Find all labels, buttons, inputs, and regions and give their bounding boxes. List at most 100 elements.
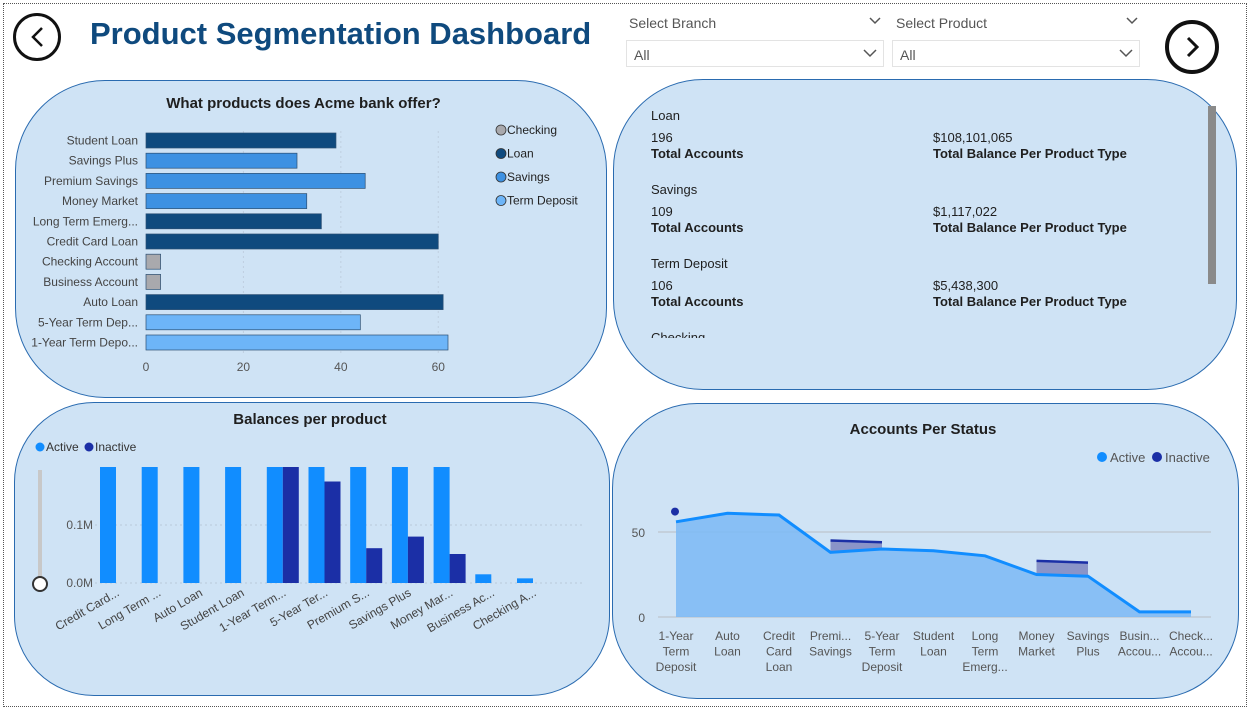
- chevron-down-icon[interactable]: [1125, 16, 1139, 26]
- bar: [145, 173, 366, 189]
- bar: [145, 193, 308, 209]
- bar: [308, 467, 325, 583]
- bar: [407, 536, 424, 583]
- x-tick-label: 1-Year Term Deposit: [656, 629, 697, 674]
- kpi-card: Loan 196 Total Accounts $108,101,065 Total B…: [613, 79, 1237, 390]
- bar: [183, 467, 200, 583]
- kpi-balance-label: Total Balance Per Product Type: [933, 146, 1127, 161]
- kpi-list[interactable]: Loan 196 Total Accounts $108,101,065 Total B…: [614, 80, 1236, 338]
- back-button[interactable]: [13, 13, 61, 61]
- bar: [145, 294, 444, 310]
- chevron-right-icon: [1186, 36, 1200, 58]
- category-label: 5-Year Term Dep...: [38, 315, 138, 329]
- branch-slicer-label: Select Branch: [629, 15, 717, 31]
- active-area: [676, 513, 1191, 617]
- x-tick-label: Busin... Accou...: [1118, 629, 1161, 659]
- bar: [145, 132, 337, 149]
- x-tick-label: Savings Plus: [1067, 629, 1110, 659]
- x-tick-label: Auto Loan: [714, 629, 741, 659]
- y-tick-label: 0: [638, 611, 645, 625]
- kpi-accounts-label: Total Accounts: [651, 294, 744, 309]
- legend-marker: [495, 171, 507, 183]
- bar: [145, 213, 322, 230]
- legend-label: Checking: [507, 123, 557, 137]
- category-label: Money Market: [62, 194, 139, 208]
- legend-marker: [1097, 452, 1107, 462]
- products-bar-chart: Student Loan Savings Plus Premium Savings M…: [31, 123, 578, 374]
- page-title: Product Segmentation Dashboard: [90, 16, 592, 51]
- legend-label: Active: [46, 440, 79, 454]
- zoom-slider-handle[interactable]: [32, 576, 48, 592]
- chevron-down-icon: [1119, 49, 1133, 58]
- forward-button[interactable]: [1165, 20, 1219, 74]
- kpi-accounts-value: 109: [651, 204, 673, 219]
- kpi-product-name: Loan: [651, 108, 680, 123]
- legend-marker: [495, 195, 507, 206]
- y-tick-label: 0.0M: [66, 576, 93, 590]
- x-tick-label: 60: [432, 360, 446, 374]
- x-tick-label: 0: [143, 360, 150, 374]
- legend-label: Active: [1110, 450, 1145, 465]
- bar: [449, 554, 466, 583]
- bar: [225, 467, 242, 583]
- bar: [433, 467, 450, 583]
- bar: [266, 467, 283, 583]
- x-tick-label: 20: [237, 360, 251, 374]
- y-tick-label: 0.1M: [66, 518, 93, 532]
- category-label: Premium Savings: [44, 174, 138, 188]
- kpi-accounts-label: Total Accounts: [651, 146, 744, 161]
- kpi-product-name: Savings: [651, 182, 698, 197]
- category-label: Savings Plus: [69, 154, 138, 168]
- bar: [145, 274, 161, 290]
- product-slicer-label: Select Product: [896, 15, 988, 31]
- legend-marker: [35, 442, 45, 452]
- chevron-down-icon[interactable]: [868, 16, 882, 26]
- bar: [282, 467, 299, 583]
- chevron-down-icon: [863, 49, 877, 58]
- x-tick-label: Long Term Emerg...: [962, 629, 1007, 674]
- category-label: Business Account: [43, 275, 138, 289]
- kpi-balance-value: $108,101,065: [933, 130, 1013, 145]
- category-label: Long Term Emerg...: [33, 214, 138, 228]
- inactive-line: [830, 539, 883, 544]
- legend-label: Inactive: [1165, 450, 1210, 465]
- bar: [517, 578, 533, 583]
- legend-label: Savings: [507, 170, 550, 184]
- bar: [145, 314, 361, 331]
- y-tick-label: 50: [632, 526, 646, 540]
- x-tick-label: Check... Accou...: [1169, 629, 1213, 659]
- x-tick-label: Premi... Savings: [809, 629, 852, 659]
- kpi-product-name: Checking: [651, 330, 706, 338]
- bar: [145, 152, 298, 169]
- product-select[interactable]: All: [892, 40, 1140, 67]
- bar: [350, 467, 367, 583]
- legend-label: Inactive: [95, 440, 137, 454]
- x-tick-label: Student Loan: [913, 629, 955, 659]
- legend-marker: [495, 124, 507, 136]
- bar: [145, 253, 161, 270]
- bar: [324, 481, 341, 583]
- balances-card: Balances per product Active Inactive 0.1M 0…: [14, 402, 610, 696]
- bar: [141, 467, 158, 583]
- kpi-balance-label: Total Balance Per Product Type: [933, 294, 1127, 309]
- inactive-point: [671, 507, 679, 516]
- bar: [391, 467, 408, 583]
- bar: [145, 233, 439, 250]
- products-offered-card: What products does Acme bank offer? Stud…: [15, 80, 607, 398]
- legend-label: Loan: [507, 147, 534, 161]
- bar: [100, 467, 116, 583]
- legend-marker: [84, 442, 94, 452]
- kpi-scrollbar[interactable]: [1208, 106, 1216, 284]
- branch-select[interactable]: All: [626, 40, 884, 67]
- x-tick-label: 5-Year Term Deposit: [862, 629, 903, 674]
- kpi-accounts-value: 106: [651, 278, 673, 293]
- x-tick-label: Money Market: [1018, 629, 1055, 659]
- accounts-area-chart: Active Inactive 50 0 1-Year Term Deposit Auto Lo…: [632, 450, 1213, 674]
- kpi-accounts-value: 196: [651, 130, 673, 145]
- kpi-product-name: Term Deposit: [651, 256, 728, 271]
- bar: [145, 334, 449, 351]
- legend-marker: [1152, 452, 1162, 462]
- kpi-balance-value: $1,117,022: [933, 204, 998, 219]
- category-label: 1-Year Term Depo...: [31, 336, 138, 350]
- x-tick-label: 40: [334, 360, 348, 374]
